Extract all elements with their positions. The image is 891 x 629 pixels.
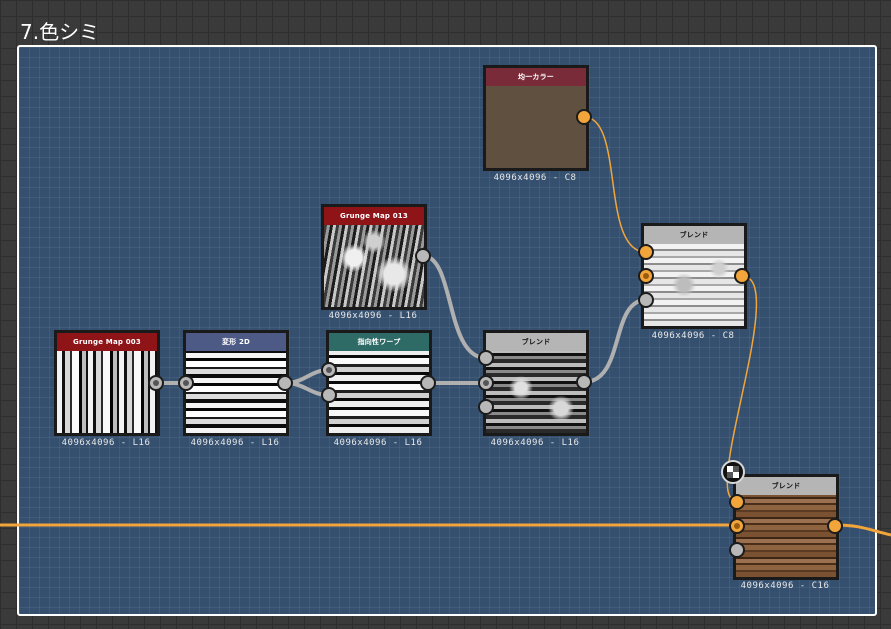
output-port[interactable] xyxy=(734,268,750,284)
input-port[interactable] xyxy=(729,518,745,534)
node-blend-3[interactable]: ブレンド xyxy=(733,474,839,580)
node-grunge-map-013[interactable]: Grunge Map 013 xyxy=(321,204,427,310)
node-directional-warp[interactable]: 指向性ワープ xyxy=(326,330,432,436)
output-port[interactable] xyxy=(415,248,431,264)
node-title: Grunge Map 003 xyxy=(57,333,157,351)
node-transform-2d[interactable]: 変形 2D xyxy=(183,330,289,436)
input-port[interactable] xyxy=(638,244,654,260)
node-caption: 4096x4096 - C8 xyxy=(493,173,577,183)
node-caption: 4096x4096 - L16 xyxy=(190,438,280,448)
output-port[interactable] xyxy=(576,374,592,390)
node-thumbnail xyxy=(324,225,424,307)
output-port[interactable] xyxy=(827,518,843,534)
node-blend-1[interactable]: ブレンド xyxy=(483,330,589,436)
node-caption: 4096x4096 - L16 xyxy=(61,438,151,448)
input-port[interactable] xyxy=(638,292,654,308)
input-port[interactable] xyxy=(478,375,494,391)
input-port[interactable] xyxy=(478,399,494,415)
input-port[interactable] xyxy=(321,387,337,403)
node-thumbnail xyxy=(486,86,586,168)
node-caption: 4096x4096 - L16 xyxy=(333,438,423,448)
node-caption: 4096x4096 - L16 xyxy=(328,311,418,321)
node-title: 指向性ワープ xyxy=(329,333,429,351)
node-thumbnail xyxy=(644,244,744,326)
node-thumbnail xyxy=(736,495,836,577)
input-port[interactable] xyxy=(729,542,745,558)
node-caption: 4096x4096 - C16 xyxy=(740,581,830,591)
node-thumbnail xyxy=(186,351,286,433)
frame-title: 7.色シミ xyxy=(20,20,100,44)
input-port[interactable] xyxy=(638,268,654,284)
output-port[interactable] xyxy=(576,109,592,125)
node-thumbnail xyxy=(57,351,157,433)
input-port[interactable] xyxy=(478,350,494,366)
input-port[interactable] xyxy=(178,375,194,391)
node-thumbnail xyxy=(486,351,586,433)
node-title: ブレンド xyxy=(644,226,744,244)
node-grunge-map-003[interactable]: Grunge Map 003 xyxy=(54,330,160,436)
node-title: Grunge Map 013 xyxy=(324,207,424,225)
output-port[interactable] xyxy=(420,375,436,391)
node-blend-2[interactable]: ブレンド xyxy=(641,223,747,329)
node-uniform-color[interactable]: 均一カラー xyxy=(483,65,589,171)
output-port[interactable] xyxy=(277,375,293,391)
checkerboard-icon[interactable] xyxy=(721,460,745,484)
node-title: ブレンド xyxy=(736,477,836,495)
output-port[interactable] xyxy=(148,375,164,391)
node-title: 変形 2D xyxy=(186,333,286,351)
input-port[interactable] xyxy=(321,362,337,378)
node-thumbnail xyxy=(329,351,429,433)
node-caption: 4096x4096 - C8 xyxy=(651,331,735,341)
input-port[interactable] xyxy=(729,494,745,510)
node-title: 均一カラー xyxy=(486,68,586,86)
node-caption: 4096x4096 - L16 xyxy=(490,438,580,448)
node-title: ブレンド xyxy=(486,333,586,351)
